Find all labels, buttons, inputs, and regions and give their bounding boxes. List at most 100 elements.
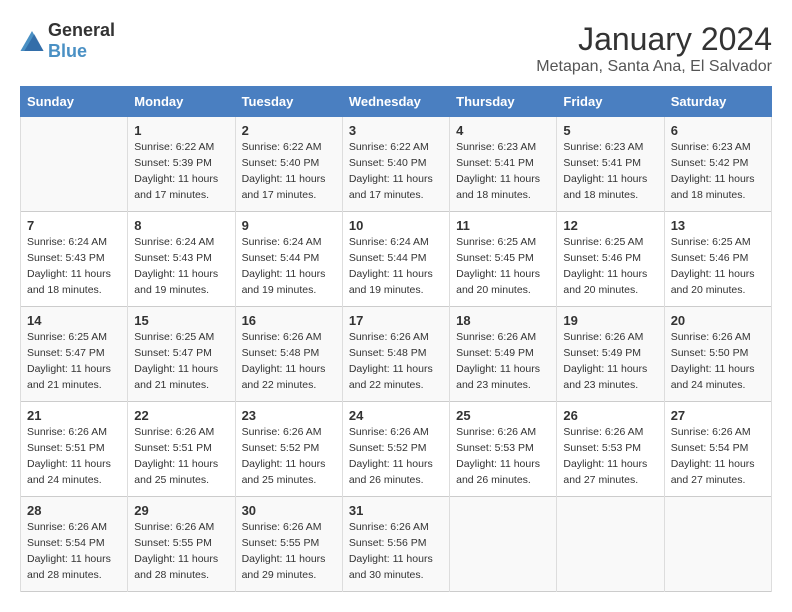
day-number: 12 (563, 218, 657, 233)
calendar-title: January 2024 (536, 20, 772, 58)
day-cell: 11 Sunrise: 6:25 AMSunset: 5:45 PMDayligh… (450, 212, 557, 307)
day-number: 24 (349, 408, 443, 423)
day-detail: Sunrise: 6:24 AMSunset: 5:43 PMDaylight:… (134, 236, 218, 295)
day-detail: Sunrise: 6:26 AMSunset: 5:50 PMDaylight:… (671, 331, 755, 390)
day-number: 7 (27, 218, 121, 233)
day-number: 28 (27, 503, 121, 518)
day-number: 13 (671, 218, 765, 233)
day-cell: 23 Sunrise: 6:26 AMSunset: 5:52 PMDayligh… (235, 402, 342, 497)
day-number: 1 (134, 123, 228, 138)
day-detail: Sunrise: 6:23 AMSunset: 5:42 PMDaylight:… (671, 141, 755, 200)
day-detail: Sunrise: 6:24 AMSunset: 5:43 PMDaylight:… (27, 236, 111, 295)
calendar-table: SundayMondayTuesdayWednesdayThursdayFrid… (20, 86, 772, 592)
day-number: 16 (242, 313, 336, 328)
day-number: 29 (134, 503, 228, 518)
day-number: 3 (349, 123, 443, 138)
day-cell: 17 Sunrise: 6:26 AMSunset: 5:48 PMDayligh… (342, 307, 449, 402)
day-cell: 13Sunrise: 6:25 AMSunset: 5:46 PMDayligh… (664, 212, 771, 307)
day-detail: Sunrise: 6:26 AMSunset: 5:54 PMDaylight:… (27, 521, 111, 580)
day-detail: Sunrise: 6:26 AMSunset: 5:54 PMDaylight:… (671, 426, 755, 485)
logo: General Blue (20, 20, 115, 62)
day-number: 23 (242, 408, 336, 423)
calendar-subtitle: Metapan, Santa Ana, El Salvador (536, 58, 772, 76)
day-cell: 29 Sunrise: 6:26 AMSunset: 5:55 PMDayligh… (128, 497, 235, 592)
day-cell (450, 497, 557, 592)
day-number: 9 (242, 218, 336, 233)
day-number: 17 (349, 313, 443, 328)
day-cell: 2 Sunrise: 6:22 AMSunset: 5:40 PMDaylight… (235, 117, 342, 212)
day-number: 10 (349, 218, 443, 233)
header-tuesday: Tuesday (235, 87, 342, 117)
day-detail: Sunrise: 6:25 AMSunset: 5:47 PMDaylight:… (27, 331, 111, 390)
day-detail: Sunrise: 6:23 AMSunset: 5:41 PMDaylight:… (563, 141, 647, 200)
day-detail: Sunrise: 6:25 AMSunset: 5:46 PMDaylight:… (563, 236, 647, 295)
day-cell: 25Sunrise: 6:26 AMSunset: 5:53 PMDayligh… (450, 402, 557, 497)
day-detail: Sunrise: 6:26 AMSunset: 5:52 PMDaylight:… (349, 426, 433, 485)
day-number: 27 (671, 408, 765, 423)
day-cell: 26Sunrise: 6:26 AMSunset: 5:53 PMDayligh… (557, 402, 664, 497)
day-number: 14 (27, 313, 121, 328)
week-row-4: 21 Sunrise: 6:26 AMSunset: 5:51 PMDayligh… (21, 402, 772, 497)
day-cell: 7 Sunrise: 6:24 AMSunset: 5:43 PMDaylight… (21, 212, 128, 307)
day-cell: 12 Sunrise: 6:25 AMSunset: 5:46 PMDayligh… (557, 212, 664, 307)
day-cell: 19 Sunrise: 6:26 AMSunset: 5:49 PMDayligh… (557, 307, 664, 402)
day-cell: 4 Sunrise: 6:23 AMSunset: 5:41 PMDaylight… (450, 117, 557, 212)
day-cell (557, 497, 664, 592)
day-cell: 22 Sunrise: 6:26 AMSunset: 5:51 PMDayligh… (128, 402, 235, 497)
week-row-5: 28 Sunrise: 6:26 AMSunset: 5:54 PMDayligh… (21, 497, 772, 592)
logo-icon (20, 31, 44, 51)
day-detail: Sunrise: 6:26 AMSunset: 5:48 PMDaylight:… (349, 331, 433, 390)
day-number: 31 (349, 503, 443, 518)
day-number: 18 (456, 313, 550, 328)
week-row-3: 14 Sunrise: 6:25 AMSunset: 5:47 PMDayligh… (21, 307, 772, 402)
day-number: 22 (134, 408, 228, 423)
day-detail: Sunrise: 6:23 AMSunset: 5:41 PMDaylight:… (456, 141, 540, 200)
day-cell: 18Sunrise: 6:26 AMSunset: 5:49 PMDayligh… (450, 307, 557, 402)
day-cell (664, 497, 771, 592)
day-detail: Sunrise: 6:26 AMSunset: 5:48 PMDaylight:… (242, 331, 326, 390)
day-cell: 8 Sunrise: 6:24 AMSunset: 5:43 PMDaylight… (128, 212, 235, 307)
week-row-1: 1Sunrise: 6:22 AMSunset: 5:39 PMDaylight… (21, 117, 772, 212)
day-cell: 1Sunrise: 6:22 AMSunset: 5:39 PMDaylight… (128, 117, 235, 212)
day-cell: 6 Sunrise: 6:23 AMSunset: 5:42 PMDaylight… (664, 117, 771, 212)
day-number: 2 (242, 123, 336, 138)
day-number: 21 (27, 408, 121, 423)
header-thursday: Thursday (450, 87, 557, 117)
day-number: 15 (134, 313, 228, 328)
day-cell: 14 Sunrise: 6:25 AMSunset: 5:47 PMDayligh… (21, 307, 128, 402)
day-cell: 3 Sunrise: 6:22 AMSunset: 5:40 PMDaylight… (342, 117, 449, 212)
day-number: 19 (563, 313, 657, 328)
header-friday: Friday (557, 87, 664, 117)
day-cell: 16 Sunrise: 6:26 AMSunset: 5:48 PMDayligh… (235, 307, 342, 402)
day-number: 8 (134, 218, 228, 233)
day-number: 6 (671, 123, 765, 138)
header-sunday: Sunday (21, 87, 128, 117)
week-row-2: 7 Sunrise: 6:24 AMSunset: 5:43 PMDaylight… (21, 212, 772, 307)
header-wednesday: Wednesday (342, 87, 449, 117)
day-detail: Sunrise: 6:25 AMSunset: 5:45 PMDaylight:… (456, 236, 540, 295)
day-cell: 27 Sunrise: 6:26 AMSunset: 5:54 PMDayligh… (664, 402, 771, 497)
day-cell: 31 Sunrise: 6:26 AMSunset: 5:56 PMDayligh… (342, 497, 449, 592)
logo-general: General (48, 20, 115, 40)
title-block: January 2024 Metapan, Santa Ana, El Salv… (536, 20, 772, 76)
day-detail: Sunrise: 6:26 AMSunset: 5:52 PMDaylight:… (242, 426, 326, 485)
day-detail: Sunrise: 6:26 AMSunset: 5:56 PMDaylight:… (349, 521, 433, 580)
day-cell: 21 Sunrise: 6:26 AMSunset: 5:51 PMDayligh… (21, 402, 128, 497)
day-number: 4 (456, 123, 550, 138)
logo-text: General Blue (48, 20, 115, 62)
day-number: 30 (242, 503, 336, 518)
day-detail: Sunrise: 6:22 AMSunset: 5:40 PMDaylight:… (242, 141, 326, 200)
day-detail: Sunrise: 6:22 AMSunset: 5:40 PMDaylight:… (349, 141, 433, 200)
day-detail: Sunrise: 6:26 AMSunset: 5:55 PMDaylight:… (242, 521, 326, 580)
day-detail: Sunrise: 6:26 AMSunset: 5:51 PMDaylight:… (27, 426, 111, 485)
day-cell (21, 117, 128, 212)
day-number: 11 (456, 218, 550, 233)
day-cell: 30 Sunrise: 6:26 AMSunset: 5:55 PMDayligh… (235, 497, 342, 592)
day-detail: Sunrise: 6:26 AMSunset: 5:51 PMDaylight:… (134, 426, 218, 485)
logo-blue: Blue (48, 41, 87, 61)
day-number: 26 (563, 408, 657, 423)
day-detail: Sunrise: 6:25 AMSunset: 5:47 PMDaylight:… (134, 331, 218, 390)
day-cell: 9Sunrise: 6:24 AMSunset: 5:44 PMDaylight… (235, 212, 342, 307)
day-detail: Sunrise: 6:26 AMSunset: 5:55 PMDaylight:… (134, 521, 218, 580)
day-detail: Sunrise: 6:26 AMSunset: 5:49 PMDaylight:… (563, 331, 647, 390)
